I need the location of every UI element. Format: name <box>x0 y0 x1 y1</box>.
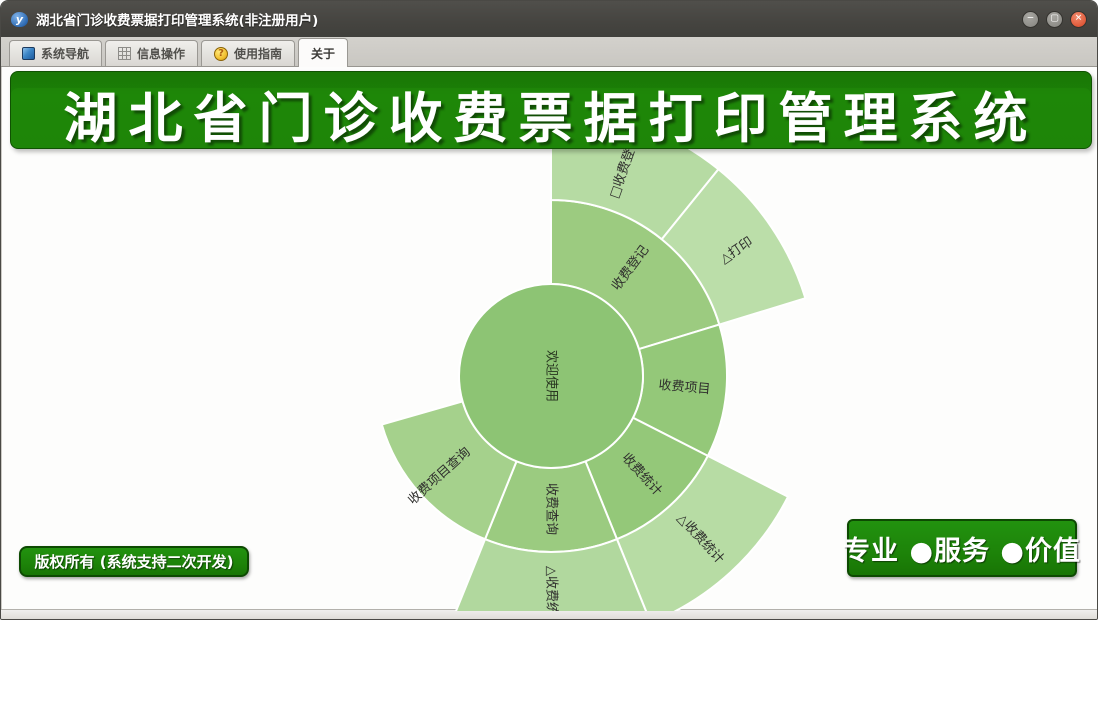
window-controls: ─ ▢ ✕ <box>1022 10 1087 28</box>
slogan-label: 专业 ●服务 ●价值 <box>843 519 1080 577</box>
tab-label: 关于 <box>311 46 336 61</box>
app-icon: y <box>11 11 28 27</box>
sunburst-center-label: 欢迎使用 <box>544 350 560 402</box>
banner-title: 湖北省门诊收费票据打印管理系统 <box>63 86 1039 150</box>
title-banner: 湖北省门诊收费票据打印管理系统 <box>10 71 1092 150</box>
window-title: 湖北省门诊收费票据打印管理系统(非注册用户) <box>36 13 319 29</box>
sunburst-segment-label: 收费查询 <box>544 483 559 535</box>
tab-label: 使用指南 <box>234 47 283 61</box>
tab-system-navigation[interactable]: 系统导航 <box>9 40 103 66</box>
blue-square-icon <box>22 47 35 60</box>
tab-label: 系统导航 <box>41 47 90 61</box>
tab-user-guide[interactable]: ? 使用指南 <box>201 40 296 66</box>
help-coin-icon: ? <box>214 46 229 61</box>
tab-info-operation[interactable]: 信息操作 <box>105 40 199 66</box>
maximize-button[interactable]: ▢ <box>1046 10 1063 28</box>
tab-about[interactable]: 关于 <box>298 38 349 67</box>
copyright-label: 版权所有 (系统支持二次开发) <box>19 546 249 577</box>
titlebar: y 湖北省门诊收费票据打印管理系统(非注册用户) ─ ▢ ✕ <box>1 1 1097 37</box>
maximize-icon: ▢ <box>1050 13 1059 24</box>
sunburst-segment-label: △收费统计 <box>544 566 559 611</box>
minimize-button[interactable]: ─ <box>1022 10 1039 28</box>
tab-label: 信息操作 <box>137 47 186 61</box>
minimize-icon: ─ <box>1027 13 1034 24</box>
grid-icon <box>118 47 132 60</box>
tab-bar: 系统导航 信息操作 ? 使用指南 关于 <box>1 37 1097 67</box>
app-window: y 湖北省门诊收费票据打印管理系统(非注册用户) ─ ▢ ✕ 系统导航 信息操作… <box>0 0 1098 620</box>
close-button[interactable]: ✕ <box>1070 10 1087 28</box>
close-icon: ✕ <box>1074 13 1083 24</box>
about-page: 收费登记 收费项目 收费统计 收费查询 收费项目查询 □收费登记 △打印 △收费统计 △收费统计… <box>2 67 1097 611</box>
